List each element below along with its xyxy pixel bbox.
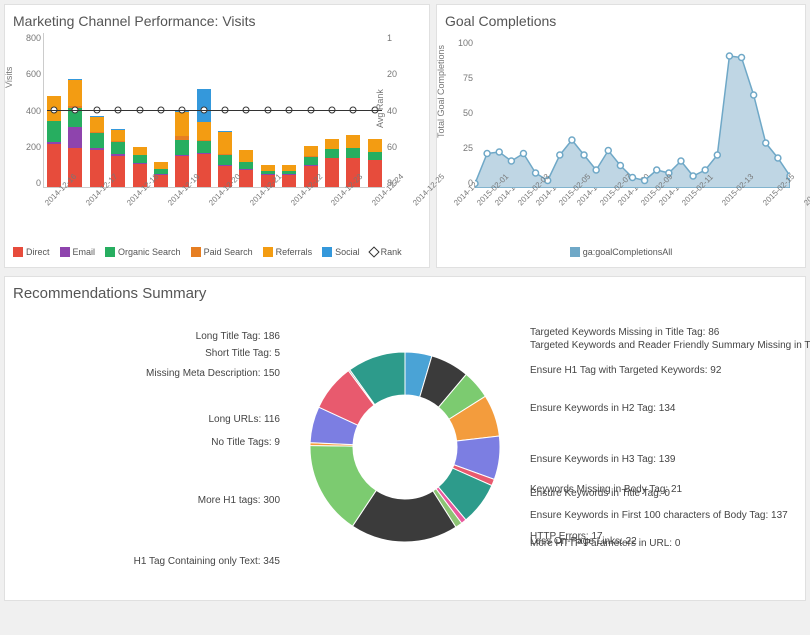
x-axis: 2014-12-162014-12-172014-12-182014-12-19… [43, 193, 385, 243]
y-axis-right: 120406080 [387, 33, 415, 188]
donut-label: Long URLs: 116 [208, 414, 405, 425]
x-axis: 2015-02-012015-02-032015-02-052015-02-07… [475, 193, 790, 243]
donut-label: More H1 tags: 300 [198, 495, 405, 506]
line-plot-area [475, 38, 790, 188]
y-axis-right-label: Avg Rank [375, 89, 385, 128]
recommendations-panel: Recommendations Summary Targeted Keyword… [4, 276, 806, 601]
donut-label: H1 Tag Containing only Text: 345 [134, 556, 405, 567]
donut-label: Short Title Tag: 5 [205, 348, 405, 359]
donut-label: Ensure Keywords in H2 Tag: 134 [405, 403, 675, 414]
y-axis: 1007550250 [445, 38, 473, 188]
bar-plot-area [43, 33, 385, 188]
bar-legend: DirectEmailOrganic SearchPaid SearchRefe… [13, 247, 421, 257]
donut-label: Missing Meta Description: 150 [146, 368, 405, 379]
donut-chart: Targeted Keywords Missing in Title Tag: … [13, 302, 797, 592]
donut-label: Ensure Keywords in First 100 characters … [405, 510, 788, 521]
donut-label: Targeted Keywords and Reader Friendly Su… [405, 340, 810, 351]
chart-title: Recommendations Summary [13, 285, 797, 302]
donut-label: Ensure Keywords in Title Tag: 0 [405, 488, 670, 499]
donut-label: More HTTP Parameters in URL: 0 [405, 538, 680, 549]
bar-chart: Visits 8006004002000 120406080 Avg Rank … [13, 33, 415, 243]
chart-title: Marketing Channel Performance: Visits [13, 13, 421, 29]
donut-label: No Title Tags: 9 [211, 437, 405, 448]
donut-label: Long Title Tag: 186 [196, 331, 405, 342]
donut-label: Targeted Keywords Missing in Title Tag: … [405, 327, 719, 338]
donut-label: Ensure H1 Tag with Targeted Keywords: 92 [405, 365, 721, 376]
chart-title: Goal Completions [445, 13, 797, 29]
goal-completions-panel: Goal Completions Total Goal Completions … [436, 4, 806, 268]
line-chart: Total Goal Completions 1007550250 2015-0… [445, 33, 795, 243]
donut-label: Ensure Keywords in H3 Tag: 139 [405, 454, 675, 465]
legend-label: ga:goalCompletionsAll [583, 247, 673, 257]
y-axis-left: 8006004002000 [13, 33, 41, 188]
marketing-channel-panel: Marketing Channel Performance: Visits Vi… [4, 4, 430, 268]
line-legend: ga:goalCompletionsAll [445, 247, 797, 259]
